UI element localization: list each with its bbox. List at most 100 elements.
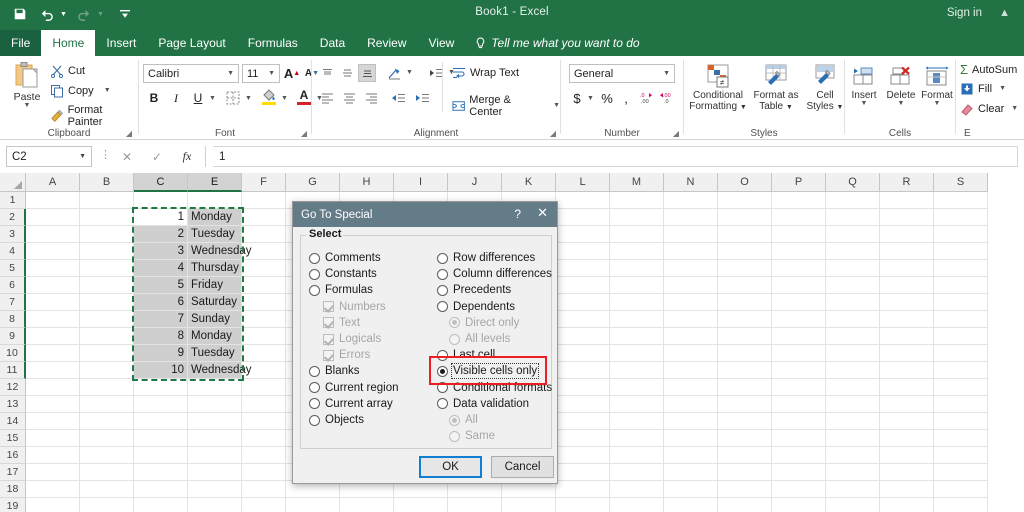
cell-Q16[interactable] <box>826 447 880 464</box>
cell-N14[interactable] <box>664 413 718 430</box>
cell-N5[interactable] <box>664 260 718 277</box>
delete-cells-dropdown-icon[interactable]: ▼ <box>883 100 919 107</box>
option-row-differences[interactable]: Row differences <box>437 252 535 264</box>
cell-F19[interactable] <box>242 498 286 512</box>
cell-O7[interactable] <box>718 294 772 311</box>
cell-C16[interactable] <box>134 447 188 464</box>
column-header-E[interactable]: E <box>188 173 242 192</box>
tab-data[interactable]: Data <box>309 30 356 56</box>
increase-font-size-button[interactable]: A ▲ <box>283 64 301 83</box>
cell-Q17[interactable] <box>826 464 880 481</box>
cell-F12[interactable] <box>242 379 286 396</box>
cell-P18[interactable] <box>772 481 826 498</box>
copy-dropdown-icon[interactable]: ▼ <box>104 87 111 94</box>
cell-R6[interactable] <box>880 277 934 294</box>
cell-L5[interactable] <box>556 260 610 277</box>
cell-N8[interactable] <box>664 311 718 328</box>
cell-B19[interactable] <box>80 498 134 512</box>
autosum-button[interactable]: Σ AutoSum <box>960 62 1017 77</box>
cell-O3[interactable] <box>718 226 772 243</box>
cell-C8[interactable]: 7 <box>134 311 188 328</box>
align-top-button[interactable] <box>318 64 336 82</box>
radio-icon[interactable] <box>437 349 448 361</box>
row-header-17[interactable]: 17 <box>0 464 26 481</box>
row-header-16[interactable]: 16 <box>0 447 26 464</box>
cell-P5[interactable] <box>772 260 826 277</box>
column-header-Q[interactable]: Q <box>826 173 880 192</box>
cell-C2[interactable]: 1 <box>134 209 188 226</box>
cell-S16[interactable] <box>934 447 988 464</box>
column-header-L[interactable]: L <box>556 173 610 192</box>
row-header-5[interactable]: 5 <box>0 260 26 277</box>
cell-B12[interactable] <box>80 379 134 396</box>
cell-M15[interactable] <box>610 430 664 447</box>
cell-M1[interactable] <box>610 192 664 209</box>
cell-M17[interactable] <box>610 464 664 481</box>
row-header-15[interactable]: 15 <box>0 430 26 447</box>
cell-O13[interactable] <box>718 396 772 413</box>
cell-N10[interactable] <box>664 345 718 362</box>
cancel-entry-icon[interactable]: ✕ <box>115 146 139 167</box>
cell-O18[interactable] <box>718 481 772 498</box>
cell-P1[interactable] <box>772 192 826 209</box>
cell-S12[interactable] <box>934 379 988 396</box>
cell-Q5[interactable] <box>826 260 880 277</box>
font-dialog-launcher[interactable]: ◢ <box>301 129 307 138</box>
cell-S1[interactable] <box>934 192 988 209</box>
column-header-K[interactable]: K <box>502 173 556 192</box>
cell-Q19[interactable] <box>826 498 880 512</box>
cell-E2[interactable]: Monday <box>188 209 242 226</box>
radio-icon[interactable] <box>437 252 448 264</box>
cell-E11[interactable]: Wednesday <box>188 362 252 379</box>
borders-button[interactable] <box>223 88 243 108</box>
cell-R7[interactable] <box>880 294 934 311</box>
cell-P6[interactable] <box>772 277 826 294</box>
cell-Q4[interactable] <box>826 243 880 260</box>
cell-A13[interactable] <box>26 396 80 413</box>
cell-C10[interactable]: 9 <box>134 345 188 362</box>
cell-S6[interactable] <box>934 277 988 294</box>
cell-O4[interactable] <box>718 243 772 260</box>
radio-icon[interactable] <box>437 284 448 296</box>
cell-C6[interactable]: 5 <box>134 277 188 294</box>
cell-O5[interactable] <box>718 260 772 277</box>
row-header-11[interactable]: 11 <box>0 362 26 379</box>
option-data-validation[interactable]: Data validation <box>437 398 529 410</box>
column-header-S[interactable]: S <box>934 173 988 192</box>
formula-bar-grip[interactable]: ⋮ <box>100 150 111 161</box>
cell-Q2[interactable] <box>826 209 880 226</box>
delete-cells-button[interactable]: Delete ▼ <box>883 60 919 107</box>
cell-B18[interactable] <box>80 481 134 498</box>
radio-icon[interactable] <box>437 268 448 280</box>
row-header-2[interactable]: 2 <box>0 209 26 226</box>
tab-view[interactable]: View <box>418 30 466 56</box>
cell-A7[interactable] <box>26 294 80 311</box>
column-header-J[interactable]: J <box>448 173 502 192</box>
option-precedents[interactable]: Precedents <box>437 284 511 296</box>
cell-O15[interactable] <box>718 430 772 447</box>
radio-icon[interactable] <box>309 284 320 296</box>
cell-M12[interactable] <box>610 379 664 396</box>
cell-A3[interactable] <box>26 226 80 243</box>
cell-E4[interactable]: Wednesday <box>188 243 252 260</box>
cell-S11[interactable] <box>934 362 988 379</box>
dialog-help-icon[interactable]: ? <box>514 207 521 221</box>
cell-styles-button[interactable]: Cell Styles ▼ <box>804 60 846 113</box>
cell-R17[interactable] <box>880 464 934 481</box>
cell-E3[interactable]: Tuesday <box>188 226 242 243</box>
column-header-H[interactable]: H <box>340 173 394 192</box>
cell-B17[interactable] <box>80 464 134 481</box>
cell-O11[interactable] <box>718 362 772 379</box>
cell-O10[interactable] <box>718 345 772 362</box>
cell-F11[interactable] <box>242 362 286 379</box>
row-header-7[interactable]: 7 <box>0 294 26 311</box>
cell-L9[interactable] <box>556 328 610 345</box>
cell-N1[interactable] <box>664 192 718 209</box>
cell-F16[interactable] <box>242 447 286 464</box>
merge-center-dropdown-icon[interactable]: ▼ <box>553 102 560 109</box>
cell-A5[interactable] <box>26 260 80 277</box>
row-header-4[interactable]: 4 <box>0 243 26 260</box>
radio-icon[interactable] <box>437 382 448 394</box>
cell-H19[interactable] <box>340 498 394 512</box>
cell-M13[interactable] <box>610 396 664 413</box>
